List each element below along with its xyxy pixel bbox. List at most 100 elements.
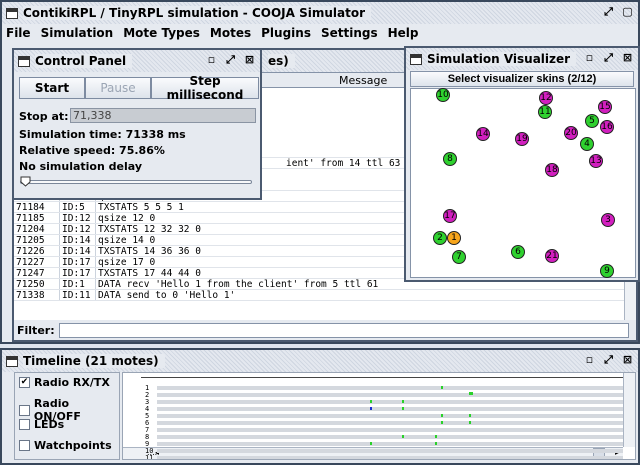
control-panel-title-bar[interactable]: Control Panel ▫ ⤢ ⊠	[14, 50, 260, 72]
timeline-row[interactable]	[157, 414, 623, 418]
close-icon[interactable]: ⊠	[621, 354, 634, 367]
mote-node[interactable]: 6	[511, 245, 525, 259]
timeline-row[interactable]	[157, 442, 623, 446]
log-row[interactable]: 71338 ID:11 DATA send to 0 'Hello 1'	[14, 290, 624, 301]
mote-node[interactable]: 11	[538, 105, 552, 119]
mote-node[interactable]: 14	[476, 127, 490, 141]
delay-slider[interactable]	[20, 176, 252, 188]
log-mote: ID:5	[60, 202, 96, 212]
start-button[interactable]: Start	[19, 77, 85, 99]
log-time: 71247	[14, 268, 60, 278]
timeline-row[interactable]	[157, 421, 623, 425]
radio-event-mark	[370, 400, 372, 403]
mote-node[interactable]: 2	[433, 231, 447, 245]
mote-node[interactable]: 1	[447, 231, 461, 245]
filter-input[interactable]	[58, 322, 629, 338]
minimize-icon[interactable]: ▫	[583, 354, 596, 367]
timeline-row[interactable]	[157, 435, 623, 439]
timeline-row[interactable]	[157, 456, 623, 459]
mote-node[interactable]: 3	[601, 213, 615, 227]
timeline-row[interactable]	[157, 449, 623, 453]
maximize-icon[interactable]: ⤢	[602, 354, 615, 367]
timeline-row[interactable]	[157, 428, 623, 432]
timeline-row[interactable]	[157, 407, 623, 411]
checkbox-icon[interactable]	[19, 404, 30, 416]
menu-plugins[interactable]: Plugins	[261, 26, 311, 44]
mote-node[interactable]: 15	[598, 100, 612, 114]
select-visualizer-skins-button[interactable]: Select visualizer skins (2/12)	[410, 71, 634, 87]
checkbox-icon[interactable]: ✔	[19, 377, 30, 388]
log-mote: ID:17	[60, 257, 96, 267]
slider-thumb[interactable]	[20, 176, 31, 187]
maximize-icon[interactable]: ⤢	[602, 52, 615, 65]
pause-button[interactable]: Pause	[85, 77, 151, 99]
message-column-header[interactable]: Message	[339, 74, 387, 87]
timeline-row-label: 11	[145, 454, 154, 460]
menu-simulation[interactable]: Simulation	[41, 26, 114, 44]
mote-node[interactable]: 10	[436, 88, 450, 102]
checkbox-icon[interactable]	[19, 419, 30, 430]
leds-option[interactable]: LEDs	[19, 418, 64, 431]
minimize-icon[interactable]: ▫	[205, 54, 218, 67]
log-time: 71184	[14, 202, 60, 212]
log-mote: ID:1	[60, 279, 96, 289]
log-time: 71226	[14, 246, 60, 256]
visualizer-title: Simulation Visualizer	[427, 52, 577, 66]
mote-node[interactable]: 19	[515, 132, 529, 146]
mote-node[interactable]: 18	[545, 163, 559, 177]
minimize-icon[interactable]: ▫	[583, 52, 596, 65]
window-icon	[18, 55, 30, 67]
control-panel-title: Control Panel	[35, 54, 133, 68]
mote-node[interactable]: 9	[600, 264, 614, 278]
timeline-vertical-scrollbar[interactable]	[623, 373, 635, 447]
mote-node[interactable]: 7	[452, 250, 466, 264]
menu-settings[interactable]: Settings	[321, 26, 378, 44]
mote-node[interactable]: 12	[539, 91, 553, 105]
mote-node[interactable]: 4	[580, 137, 594, 151]
mote-node[interactable]: 20	[564, 126, 578, 140]
menu-mote-types[interactable]: Mote Types	[123, 26, 200, 44]
stop-at-field[interactable]: 71,338	[70, 108, 256, 123]
menu-motes[interactable]: Motes	[210, 26, 251, 44]
mote-node[interactable]: 16	[600, 120, 614, 134]
radio-event-mark	[402, 407, 404, 410]
step-millisecond-button[interactable]: Step millisecond	[151, 74, 259, 102]
filter-label: Filter:	[17, 323, 55, 337]
window-icon	[410, 53, 422, 65]
log-time: 71250	[14, 279, 60, 289]
log-mote: ID:12	[60, 213, 96, 223]
timeline-row[interactable]	[157, 400, 623, 404]
log-mote: ID:12	[60, 224, 96, 234]
radio-event-mark	[370, 442, 372, 445]
mote-node[interactable]: 17	[443, 209, 457, 223]
log-time: 71204	[14, 224, 60, 234]
stop-at-label: Stop at:	[19, 110, 69, 123]
menu-file[interactable]: File	[6, 26, 31, 44]
mote-node[interactable]: 5	[585, 114, 599, 128]
simulation-time: Simulation time: 71338 ms	[19, 128, 186, 141]
maximize-icon[interactable]: ⤢	[224, 54, 237, 67]
timeline-title-bar[interactable]: Timeline (21 motes) ▫ ⤢ ⊠	[2, 350, 638, 372]
radio-event-mark	[469, 421, 471, 424]
menu-help[interactable]: Help	[388, 26, 419, 44]
watchpoints-option[interactable]: Watchpoints	[19, 439, 112, 452]
visualizer-title-bar[interactable]: Simulation Visualizer ▫ ⤢ ⊠	[406, 48, 638, 70]
checkbox-icon[interactable]	[19, 440, 30, 451]
network-canvas[interactable]: 10 12 11 15 5 14 19 16 20 4 8 18 13 17 3 2 1 7 6 21 9	[410, 88, 636, 278]
mote-node[interactable]: 21	[545, 249, 559, 263]
mote-node[interactable]: 13	[589, 154, 603, 168]
main-title-bar[interactable]: ContikiRPL / TinyRPL simulation - COOJA …	[2, 2, 638, 24]
radio-event-mark	[469, 414, 471, 417]
restore-icon[interactable]: ▢	[621, 6, 634, 19]
radio-rxtx-option[interactable]: ✔ Radio RX/TX	[19, 376, 110, 389]
timeline-title: Timeline (21 motes)	[23, 354, 165, 368]
timeline-chart[interactable]: .... ◂ ▸ 1234567891011	[122, 372, 636, 460]
close-icon[interactable]: ⊠	[243, 54, 256, 67]
close-icon[interactable]: ⊠	[621, 52, 634, 65]
radio-event-mark	[370, 407, 372, 410]
maximize-icon[interactable]: ⤢	[602, 6, 615, 19]
timeline-row[interactable]	[157, 386, 623, 390]
timeline-row[interactable]	[157, 393, 623, 397]
mote-node[interactable]: 8	[443, 152, 457, 166]
filter-bar: Filter:	[14, 320, 636, 340]
